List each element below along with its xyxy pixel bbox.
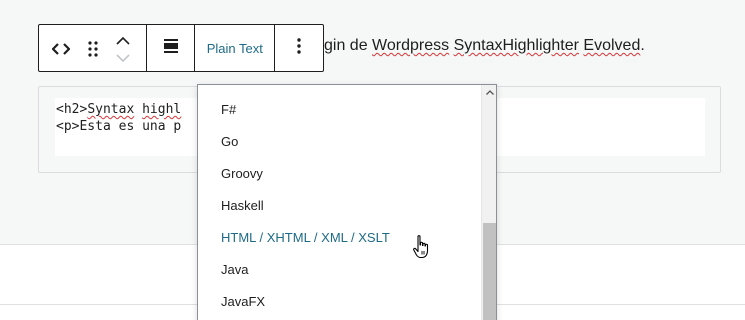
dropdown-item[interactable]: F#	[221, 102, 236, 118]
paragraph-word-evolved: Evolved	[583, 37, 641, 54]
code-line-2: <p>Esta es una p	[56, 119, 182, 134]
code-icon[interactable]	[49, 37, 73, 61]
chevron-up-icon[interactable]	[113, 33, 133, 47]
code-tag: <h2>	[56, 102, 88, 117]
paragraph-word-wordpress: Wordpress	[372, 37, 450, 54]
paragraph-text[interactable]: gin de Wordpress SyntaxHighlighter Evolv…	[324, 36, 645, 56]
align-icon	[163, 38, 179, 58]
toolbar-group-block	[39, 25, 147, 71]
more-vertical-icon	[297, 37, 301, 59]
scrollbar-thumb[interactable]	[483, 223, 496, 320]
code-word-syntax: Syntax	[87, 102, 135, 117]
dropdown-item[interactable]: Groovy	[221, 166, 263, 182]
dropdown-scrollbar[interactable]	[481, 85, 496, 320]
paragraph-word-syntaxhighlighter: SyntaxHighlighter	[453, 37, 579, 54]
dropdown-item-highlighted[interactable]: HTML / XHTML / XML / XSLT	[221, 230, 390, 246]
align-button[interactable]	[147, 25, 196, 71]
language-label: Plain Text	[206, 40, 263, 56]
scroll-up-icon[interactable]	[482, 85, 496, 99]
language-dropdown[interactable]: F# Go Groovy Haskell HTML / XHTML / XML …	[197, 84, 497, 320]
dropdown-item[interactable]: JavaFX	[221, 294, 265, 310]
language-select-button[interactable]: Plain Text	[195, 25, 276, 71]
dropdown-item[interactable]: Haskell	[221, 198, 264, 214]
more-options-button[interactable]	[275, 25, 323, 71]
chevron-down-icon[interactable]	[113, 51, 133, 65]
block-toolbar: Plain Text	[38, 24, 324, 72]
dropdown-item[interactable]: Java	[221, 262, 248, 278]
drag-handle-icon[interactable]	[81, 37, 105, 61]
paragraph-end: .	[640, 37, 645, 54]
hand-pointer-icon	[412, 234, 432, 265]
dropdown-item[interactable]: Go	[221, 134, 238, 150]
paragraph-fragment: gin de	[324, 37, 368, 54]
code-line-1: <h2>Syntax highl	[56, 102, 181, 118]
code-word-highl: highl	[142, 102, 182, 117]
